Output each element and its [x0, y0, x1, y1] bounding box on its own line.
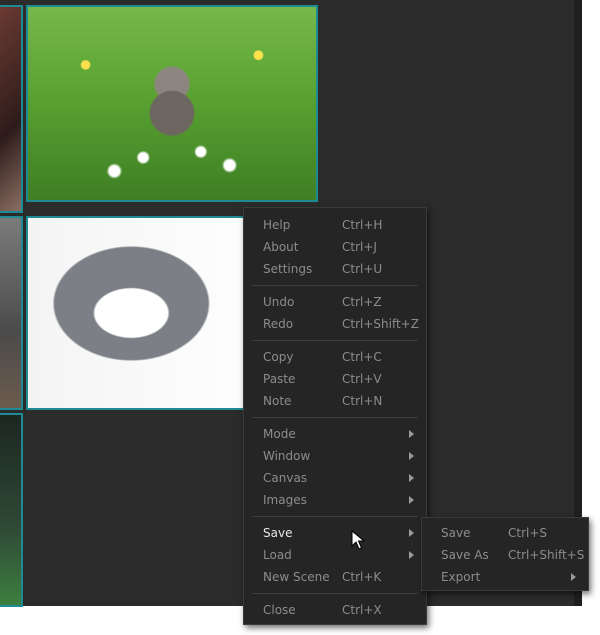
menu-item-copy[interactable]: Copy Ctrl+C: [244, 346, 426, 368]
menu-item-redo[interactable]: Redo Ctrl+Shift+Z: [244, 313, 426, 335]
save-submenu: Save Ctrl+S Save As Ctrl+Shift+S Export: [421, 517, 589, 591]
menu-item-about[interactable]: About Ctrl+J: [244, 236, 426, 258]
menu-item-shortcut: Ctrl+Shift+Z: [342, 317, 419, 331]
menu-item-note[interactable]: Note Ctrl+N: [244, 390, 426, 412]
menu-item-label: Paste: [263, 372, 296, 386]
menu-item-label: Save: [441, 526, 471, 540]
context-menu: Help Ctrl+H About Ctrl+J Settings Ctrl+U Undo C…: [243, 207, 427, 625]
menu-item-label: Images: [263, 493, 307, 507]
menu-separator: [252, 516, 418, 517]
menu-item-label: New Scene: [263, 570, 330, 584]
menu-item-mode[interactable]: Mode: [244, 423, 426, 445]
menu-item-images[interactable]: Images: [244, 489, 426, 511]
submenu-item-save[interactable]: Save Ctrl+S: [422, 522, 588, 544]
menu-item-close[interactable]: Close Ctrl+X: [244, 599, 426, 621]
menu-item-canvas[interactable]: Canvas: [244, 467, 426, 489]
menu-item-help[interactable]: Help Ctrl+H: [244, 214, 426, 236]
menu-separator: [252, 593, 418, 594]
mouse-cursor-icon: [351, 530, 365, 550]
image-thumbnail-left-bottom[interactable]: [0, 413, 23, 607]
image-thumbnail-cat[interactable]: [26, 216, 276, 410]
menu-item-label: Settings: [263, 262, 313, 276]
menu-item-label: Close: [263, 603, 296, 617]
menu-item-shortcut: Ctrl+Shift+S: [508, 548, 585, 562]
image-thumbnail-left-top[interactable]: [0, 5, 23, 213]
menu-item-paste[interactable]: Paste Ctrl+V: [244, 368, 426, 390]
menu-item-label: Export: [441, 570, 481, 584]
menu-item-undo[interactable]: Undo Ctrl+Z: [244, 291, 426, 313]
menu-item-shortcut: Ctrl+C: [342, 350, 382, 364]
menu-item-load[interactable]: Load: [244, 544, 426, 566]
menu-item-label: Note: [263, 394, 292, 408]
menu-item-label: Redo: [263, 317, 294, 331]
menu-item-label: About: [263, 240, 299, 254]
menu-item-label: Canvas: [263, 471, 308, 485]
menu-item-label: Copy: [263, 350, 294, 364]
menu-item-shortcut: Ctrl+H: [342, 218, 383, 232]
menu-item-new-scene[interactable]: New Scene Ctrl+K: [244, 566, 426, 588]
menu-separator: [252, 340, 418, 341]
menu-item-save[interactable]: Save: [244, 522, 426, 544]
menu-item-label: Save As: [441, 548, 489, 562]
canvas-scrollbar-track[interactable]: [574, 0, 582, 606]
menu-item-label: Save: [263, 526, 293, 540]
image-thumbnail-kitten[interactable]: [26, 5, 318, 202]
submenu-arrow-icon: [409, 551, 414, 559]
menu-item-label: Window: [263, 449, 311, 463]
menu-item-shortcut: Ctrl+N: [342, 394, 383, 408]
submenu-arrow-icon: [571, 573, 576, 581]
menu-item-label: Undo: [263, 295, 295, 309]
image-thumbnail-left-middle[interactable]: [0, 216, 23, 410]
submenu-item-export[interactable]: Export: [422, 566, 588, 588]
submenu-arrow-icon: [409, 496, 414, 504]
menu-item-shortcut: Ctrl+K: [342, 570, 382, 584]
menu-item-shortcut: Ctrl+S: [508, 526, 548, 540]
menu-item-shortcut: Ctrl+Z: [342, 295, 382, 309]
menu-separator: [252, 285, 418, 286]
menu-item-window[interactable]: Window: [244, 445, 426, 467]
submenu-arrow-icon: [409, 529, 414, 537]
menu-item-shortcut: Ctrl+J: [342, 240, 377, 254]
menu-item-shortcut: Ctrl+U: [342, 262, 383, 276]
menu-separator: [252, 417, 418, 418]
submenu-arrow-icon: [409, 430, 414, 438]
submenu-item-save-as[interactable]: Save As Ctrl+Shift+S: [422, 544, 588, 566]
menu-item-shortcut: Ctrl+X: [342, 603, 382, 617]
menu-item-settings[interactable]: Settings Ctrl+U: [244, 258, 426, 280]
submenu-arrow-icon: [409, 474, 414, 482]
menu-item-label: Mode: [263, 427, 296, 441]
menu-item-label: Help: [263, 218, 291, 232]
menu-item-label: Load: [263, 548, 292, 562]
submenu-arrow-icon: [409, 452, 414, 460]
menu-item-shortcut: Ctrl+V: [342, 372, 382, 386]
